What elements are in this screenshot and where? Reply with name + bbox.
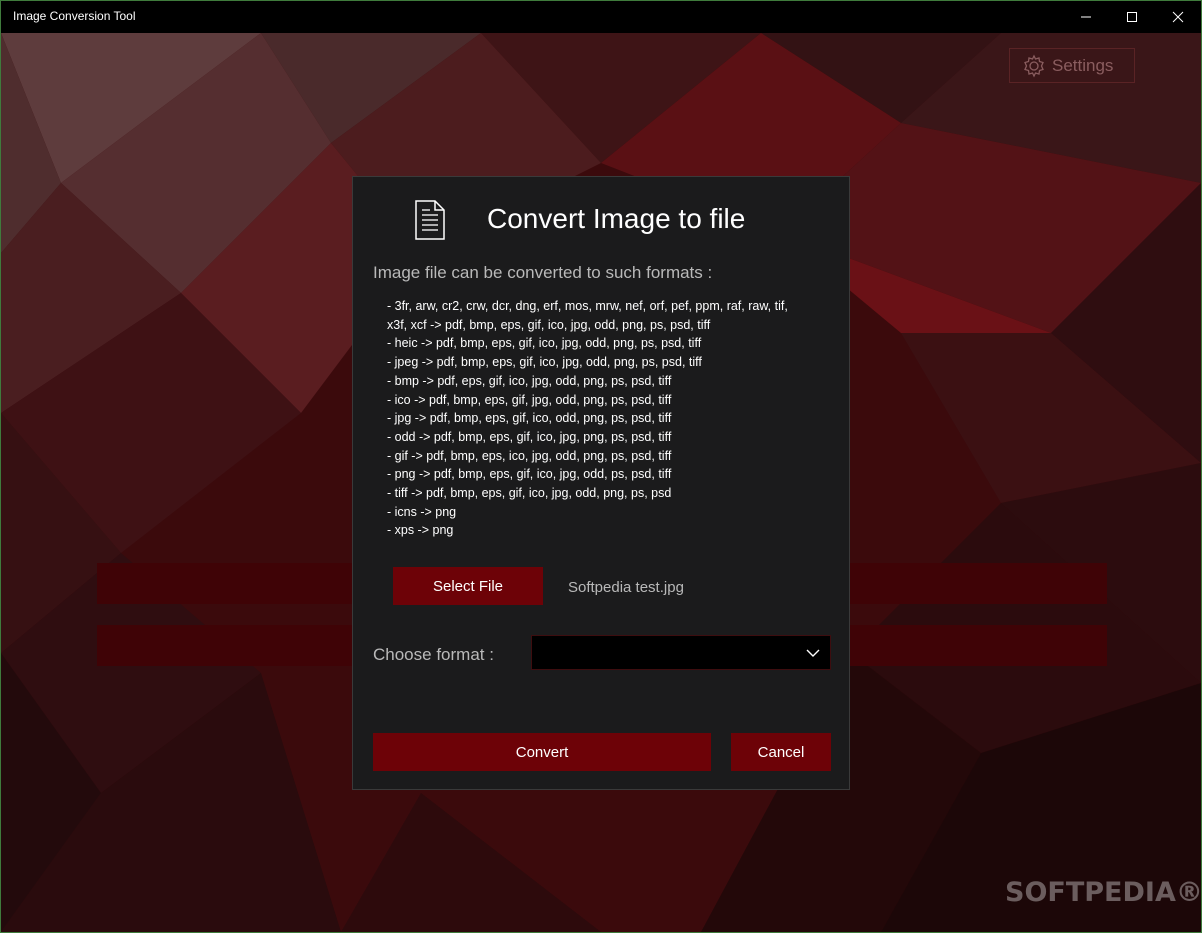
format-line: - jpg -> pdf, bmp, eps, gif, ico, odd, p… — [387, 411, 672, 426]
format-line: - xps -> png — [387, 523, 454, 538]
formats-subtitle: Image file can be converted to such form… — [373, 263, 713, 282]
softpedia-watermark: SOFTPEDIA® — [1005, 877, 1202, 908]
convert-button[interactable]: Convert — [373, 733, 711, 771]
format-line: - ico -> pdf, bmp, eps, gif, jpg, odd, p… — [387, 392, 672, 407]
format-line: - tiff -> pdf, bmp, eps, gif, ico, jpg, … — [387, 486, 672, 501]
title-bar: Image Conversion Tool — [1, 1, 1201, 33]
format-line: - odd -> pdf, bmp, eps, gif, ico, jpg, p… — [387, 429, 672, 444]
format-line: - png -> pdf, bmp, eps, gif, ico, jpg, o… — [387, 467, 672, 482]
settings-button[interactable]: Settings — [1009, 48, 1135, 83]
format-line: - bmp -> pdf, eps, gif, ico, jpg, odd, p… — [387, 373, 672, 388]
format-line: - icns -> png — [387, 504, 457, 519]
document-icon — [415, 200, 445, 240]
format-select[interactable] — [531, 635, 831, 670]
minimize-icon — [1081, 16, 1091, 18]
gear-icon — [1024, 54, 1044, 77]
format-line: - 3fr, arw, cr2, crw, dcr, dng, erf, mos… — [387, 299, 788, 313]
chevron-down-icon — [806, 649, 820, 657]
maximize-icon — [1127, 12, 1137, 22]
formats-list: - 3fr, arw, cr2, crw, dcr, dng, erf, mos… — [387, 297, 827, 540]
close-button[interactable] — [1155, 1, 1201, 33]
cancel-button[interactable]: Cancel — [731, 733, 831, 771]
minimize-button[interactable] — [1063, 1, 1109, 33]
window-title: Image Conversion Tool — [13, 9, 136, 23]
convert-dialog: Convert Image to file Image file can be … — [352, 176, 850, 790]
format-line: - jpeg -> pdf, bmp, eps, gif, ico, jpg, … — [387, 355, 702, 370]
selected-file-name: Softpedia test.jpg — [568, 579, 684, 596]
select-file-button[interactable]: Select File — [393, 567, 543, 605]
format-line: - heic -> pdf, bmp, eps, gif, ico, jpg, … — [387, 336, 702, 351]
choose-format-label: Choose format : — [373, 645, 494, 664]
format-line: - gif -> pdf, bmp, eps, ico, jpg, odd, p… — [387, 448, 672, 463]
format-line: x3f, xcf -> pdf, bmp, eps, gif, ico, jpg… — [387, 317, 711, 332]
maximize-button[interactable] — [1109, 1, 1155, 33]
dialog-title: Convert Image to file — [487, 203, 746, 234]
settings-label: Settings — [1052, 55, 1114, 75]
close-icon — [1172, 11, 1184, 23]
app-window: Image Conversion Tool Settings Convert I… — [0, 0, 1202, 933]
